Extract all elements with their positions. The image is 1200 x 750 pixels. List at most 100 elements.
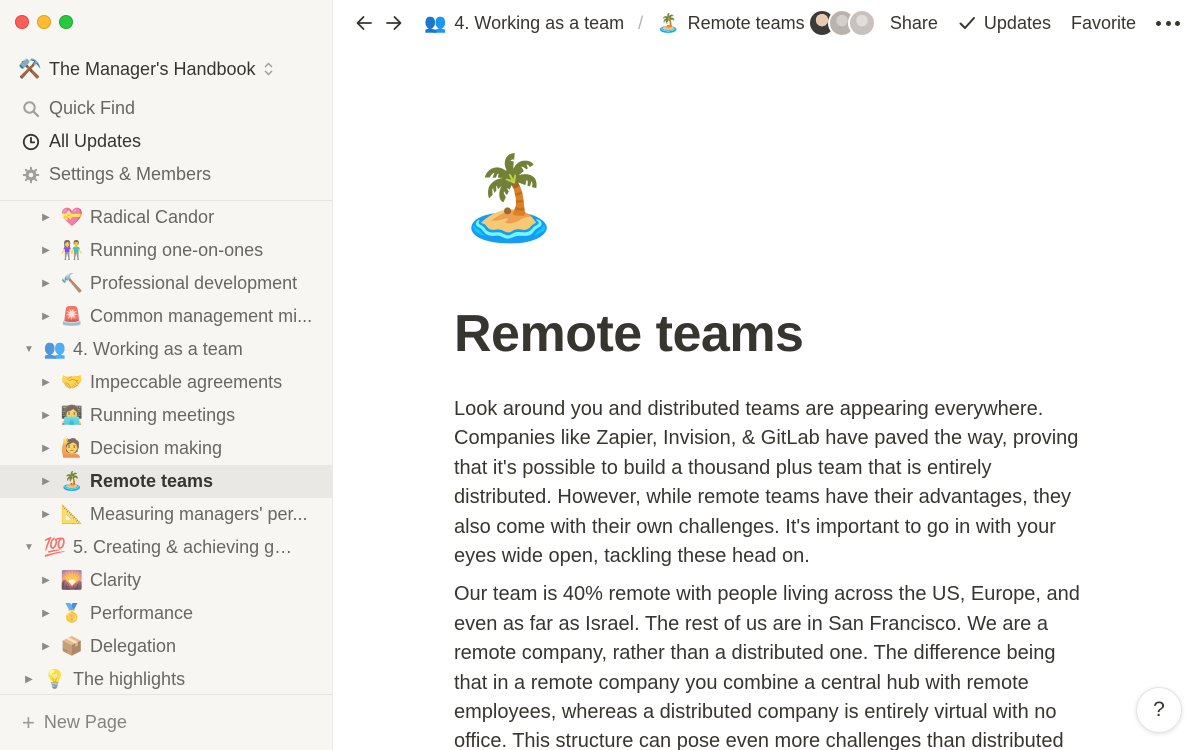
sidebar-item-common-management-mistakes[interactable]: ▶ 🚨 Common management mi...	[0, 300, 332, 333]
page-emoji-icon: 💡	[43, 669, 67, 689]
sidebar-item-the-highlights[interactable]: ▶ 💡 The highlights	[0, 663, 332, 694]
paragraph[interactable]: Our team is 40% remote with people livin…	[454, 580, 1084, 750]
updates-label: Updates	[983, 12, 1051, 33]
page-emoji-icon: 💝	[60, 207, 84, 227]
page-emoji-icon: 🏝️	[60, 471, 84, 491]
expand-toggle-icon[interactable]: ▶	[40, 509, 52, 520]
sidebar-item-label: Remote teams	[90, 471, 214, 491]
topbar: 👥 4. Working as a team / 🏝️ Remote teams…	[334, 0, 1200, 46]
new-page-label: New Page	[43, 712, 127, 732]
expand-toggle-icon[interactable]: ▶	[40, 410, 52, 421]
sidebar-item-label: Decision making	[90, 438, 223, 458]
back-arrow-icon[interactable]	[350, 9, 378, 37]
help-button[interactable]: ?	[1136, 687, 1182, 733]
sidebar-item-label: Delegation	[90, 636, 177, 656]
page-emoji-icon: 👥	[43, 339, 67, 359]
sidebar-item-label: Running one-on-ones	[90, 240, 264, 260]
forward-arrow-icon[interactable]	[380, 9, 408, 37]
updates-button[interactable]: Updates	[958, 13, 1051, 34]
zoom-window-button[interactable]	[59, 15, 73, 29]
workspace-switcher[interactable]: ⚒️ The Manager's Handbook	[18, 55, 320, 83]
favorite-button[interactable]: Favorite	[1071, 13, 1136, 34]
sidebar-item-impeccable-agreements[interactable]: ▶ 🤝 Impeccable agreements	[0, 366, 332, 399]
collaborator-avatars[interactable]	[808, 9, 876, 37]
settings-members-label: Settings & Members	[49, 164, 212, 184]
sidebar-item-working-as-a-team[interactable]: ▼ 👥 4. Working as a team	[0, 333, 332, 366]
breadcrumb-remote-teams[interactable]: 🏝️ Remote teams	[657, 13, 804, 34]
sidebar: ⚒️ The Manager's Handbook Quick Find All…	[0, 0, 333, 750]
page-emoji-icon: 🔨	[60, 273, 84, 293]
sidebar-item-label: Radical Candor	[90, 207, 215, 227]
sidebar-item-decision-making[interactable]: ▶ 🙋 Decision making	[0, 432, 332, 465]
sidebar-item-label: Measuring managers' per...	[90, 504, 308, 524]
page-emoji-icon: 📦	[60, 636, 84, 656]
sidebar-item-clarity[interactable]: ▶ 🌄 Clarity	[0, 564, 332, 597]
page-icon[interactable]: 🏝️	[458, 158, 560, 240]
page-emoji-icon: 🥇	[60, 603, 84, 623]
page-actions: Share Updates Favorite	[890, 0, 1200, 46]
expand-toggle-icon[interactable]: ▶	[40, 212, 52, 223]
sidebar-top-nav: Quick Find All Updates Settings & Member…	[0, 92, 332, 191]
sidebar-item-measuring-managers-performance[interactable]: ▶ 📐 Measuring managers' per...	[0, 498, 332, 531]
plus-icon: +	[22, 709, 35, 735]
workspace-name: The Manager's Handbook	[49, 58, 256, 79]
all-updates-label: All Updates	[49, 131, 142, 151]
page-emoji-icon: 💯	[43, 537, 67, 557]
all-updates-button[interactable]: All Updates	[0, 125, 332, 158]
expand-toggle-icon[interactable]: ▶	[23, 674, 35, 685]
page-emoji-icon: 🤝	[60, 372, 84, 392]
settings-members-button[interactable]: Settings & Members	[0, 158, 332, 191]
page-title[interactable]: Remote teams	[454, 304, 804, 364]
window-controls	[15, 15, 73, 29]
page-body: Look around you and distributed teams ar…	[454, 395, 1084, 750]
sidebar-item-performance[interactable]: ▶ 🥇 Performance	[0, 597, 332, 630]
sidebar-item-creating-achieving-goals[interactable]: ▼ 💯 5. Creating & achieving goals	[0, 531, 332, 564]
collapse-toggle-icon[interactable]: ▼	[23, 344, 35, 355]
sidebar-item-running-meetings[interactable]: ▶ 👩‍💻 Running meetings	[0, 399, 332, 432]
page-emoji-icon: 📐	[60, 504, 84, 524]
sidebar-item-label: 5. Creating & achieving goals	[73, 537, 298, 557]
breadcrumb-label: Remote teams	[687, 12, 805, 33]
breadcrumb-emoji-icon: 🏝️	[657, 12, 680, 33]
sidebar-item-professional-development[interactable]: ▶ 🔨 Professional development	[0, 267, 332, 300]
expand-toggle-icon[interactable]: ▶	[40, 278, 52, 289]
page-emoji-icon: 🙋	[60, 438, 84, 458]
page-emoji-icon: 🌄	[60, 570, 84, 590]
expand-toggle-icon[interactable]: ▶	[40, 311, 52, 322]
sidebar-item-label: 4. Working as a team	[73, 339, 243, 359]
paragraph[interactable]: Look around you and distributed teams ar…	[454, 395, 1084, 571]
breadcrumb-emoji-icon: 👥	[424, 12, 447, 33]
expand-toggle-icon[interactable]: ▶	[40, 641, 52, 652]
close-window-button[interactable]	[15, 15, 29, 29]
avatar[interactable]	[848, 9, 876, 37]
page-emoji-icon: 👫	[60, 240, 84, 260]
expand-toggle-icon[interactable]: ▶	[40, 443, 52, 454]
sidebar-item-label: Impeccable agreements	[90, 372, 283, 392]
expand-toggle-icon[interactable]: ▶	[40, 575, 52, 586]
sidebar-item-label: Professional development	[90, 273, 298, 293]
collapse-toggle-icon[interactable]: ▼	[23, 542, 35, 553]
sidebar-item-label: Performance	[90, 603, 194, 623]
more-options-icon[interactable]	[1156, 13, 1180, 33]
quick-find-button[interactable]: Quick Find	[0, 92, 332, 125]
expand-toggle-icon[interactable]: ▶	[40, 377, 52, 388]
breadcrumb-separator: /	[638, 12, 644, 33]
chevron-updown-icon	[264, 62, 273, 77]
sidebar-item-label: The highlights	[73, 669, 186, 689]
sidebar-item-delegation[interactable]: ▶ 📦 Delegation	[0, 630, 332, 663]
sidebar-item-label: Running meetings	[90, 405, 236, 425]
minimize-window-button[interactable]	[37, 15, 51, 29]
check-icon	[959, 17, 975, 29]
share-button[interactable]: Share	[890, 13, 938, 34]
expand-toggle-icon[interactable]: ▶	[40, 245, 52, 256]
page-tree: ▶ 💝 Radical Candor ▶ 👫 Running one-on-on…	[0, 201, 332, 694]
breadcrumb-working-as-a-team[interactable]: 👥 4. Working as a team	[424, 13, 624, 34]
expand-toggle-icon[interactable]: ▶	[40, 476, 52, 487]
new-page-button[interactable]: + New Page	[0, 694, 332, 750]
sidebar-item-radical-candor[interactable]: ▶ 💝 Radical Candor	[0, 201, 332, 234]
sidebar-item-remote-teams[interactable]: ▶ 🏝️ Remote teams	[0, 465, 332, 498]
sidebar-item-running-one-on-ones[interactable]: ▶ 👫 Running one-on-ones	[0, 234, 332, 267]
expand-toggle-icon[interactable]: ▶	[40, 608, 52, 619]
sidebar-item-label: Clarity	[90, 570, 142, 590]
page-emoji-icon: 🚨	[60, 306, 84, 326]
